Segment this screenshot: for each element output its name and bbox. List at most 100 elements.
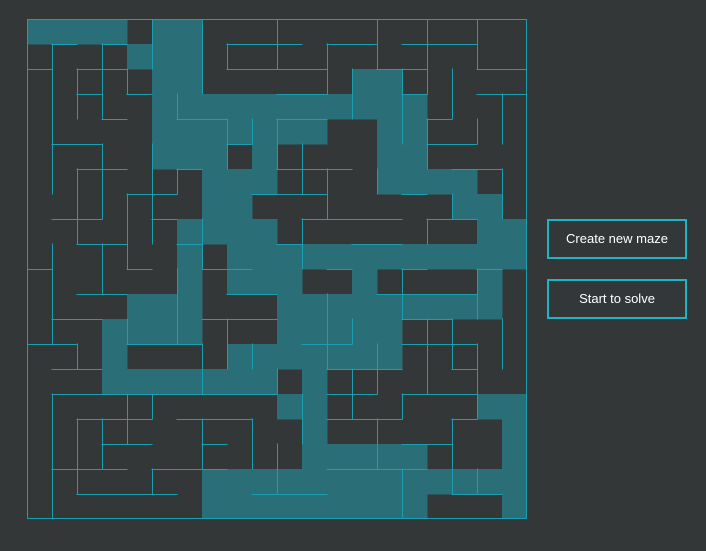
visited-cell: [327, 319, 353, 345]
visited-cell: [477, 294, 503, 320]
visited-cell: [177, 269, 203, 295]
visited-cell: [227, 469, 253, 495]
visited-cell: [252, 369, 278, 395]
visited-cell: [202, 369, 228, 395]
visited-cell: [452, 169, 478, 195]
visited-cell: [377, 144, 403, 170]
visited-cell: [402, 244, 428, 270]
visited-cell: [127, 44, 153, 70]
visited-cell: [327, 294, 353, 320]
visited-cell: [52, 19, 78, 45]
visited-cell: [352, 444, 378, 470]
visited-cell: [502, 244, 527, 270]
visited-cell: [477, 244, 503, 270]
visited-cell: [502, 419, 527, 445]
maze-board[interactable]: [27, 19, 527, 519]
visited-cell: [202, 469, 228, 495]
visited-cell: [227, 244, 253, 270]
visited-cell: [352, 269, 378, 295]
visited-cell: [102, 369, 128, 395]
visited-cell: [402, 469, 428, 495]
visited-cell: [377, 444, 403, 470]
visited-cell: [202, 494, 228, 519]
visited-cell: [302, 319, 328, 345]
visited-cell: [352, 494, 378, 519]
visited-cell: [327, 494, 353, 519]
visited-cell: [152, 69, 178, 95]
create-new-maze-button[interactable]: Create new maze: [547, 219, 687, 259]
visited-cell: [302, 444, 328, 470]
visited-cell: [252, 344, 278, 370]
visited-cell: [302, 244, 328, 270]
visited-cell: [502, 494, 527, 519]
visited-cell: [352, 244, 378, 270]
visited-cell: [427, 294, 453, 320]
visited-cell: [277, 319, 303, 345]
maze-grid[interactable]: [27, 19, 527, 519]
visited-cell: [402, 144, 428, 170]
visited-cell: [302, 294, 328, 320]
visited-cell: [177, 69, 203, 95]
visited-cell: [502, 219, 527, 245]
visited-cell: [327, 469, 353, 495]
visited-cell: [402, 294, 428, 320]
visited-cell: [127, 369, 153, 395]
visited-cell: [152, 19, 178, 45]
visited-cell: [252, 469, 278, 495]
visited-cell: [127, 319, 153, 345]
visited-cell: [302, 344, 328, 370]
visited-cell: [27, 19, 53, 45]
start-to-solve-button[interactable]: Start to solve: [547, 279, 687, 319]
visited-cell: [327, 94, 353, 120]
visited-cell: [177, 119, 203, 145]
visited-cell: [427, 244, 453, 270]
visited-cell: [177, 19, 203, 45]
visited-cell: [377, 469, 403, 495]
visited-cell: [277, 94, 303, 120]
visited-cell: [377, 169, 403, 195]
visited-cell: [477, 394, 503, 420]
visited-cell: [152, 94, 178, 120]
visited-cell: [177, 294, 203, 320]
visited-cell: [477, 269, 503, 295]
visited-cell: [202, 169, 228, 195]
visited-cell: [377, 344, 403, 370]
visited-cell: [327, 344, 353, 370]
visited-cell: [152, 294, 178, 320]
visited-cell: [252, 144, 278, 170]
visited-cell: [202, 119, 228, 145]
visited-cell: [327, 444, 353, 470]
visited-cell: [227, 119, 253, 145]
visited-cell: [252, 119, 278, 145]
visited-cell: [477, 194, 503, 220]
visited-cell: [402, 119, 428, 145]
visited-cell: [277, 269, 303, 295]
visited-cell: [252, 94, 278, 120]
visited-cell: [227, 494, 253, 519]
visited-cell: [227, 369, 253, 395]
visited-cell: [152, 119, 178, 145]
control-panel: Create new maze Start to solve: [547, 219, 687, 319]
visited-cell: [352, 344, 378, 370]
visited-cell: [252, 169, 278, 195]
visited-cell: [152, 369, 178, 395]
visited-cell: [102, 19, 128, 45]
visited-cell: [377, 94, 403, 120]
visited-cell: [452, 469, 478, 495]
visited-cell: [277, 494, 303, 519]
visited-cell: [502, 394, 527, 420]
visited-cell: [502, 469, 527, 495]
visited-cell: [227, 269, 253, 295]
visited-cell: [377, 244, 403, 270]
visited-cell: [227, 219, 253, 245]
visited-cell: [402, 94, 428, 120]
visited-cell: [177, 44, 203, 70]
visited-cell: [302, 419, 328, 445]
visited-cell: [302, 394, 328, 420]
visited-cell: [277, 344, 303, 370]
visited-cell: [502, 444, 527, 470]
visited-cell: [377, 119, 403, 145]
visited-cell: [102, 344, 128, 370]
visited-cell: [77, 19, 103, 45]
visited-cell: [277, 119, 303, 145]
